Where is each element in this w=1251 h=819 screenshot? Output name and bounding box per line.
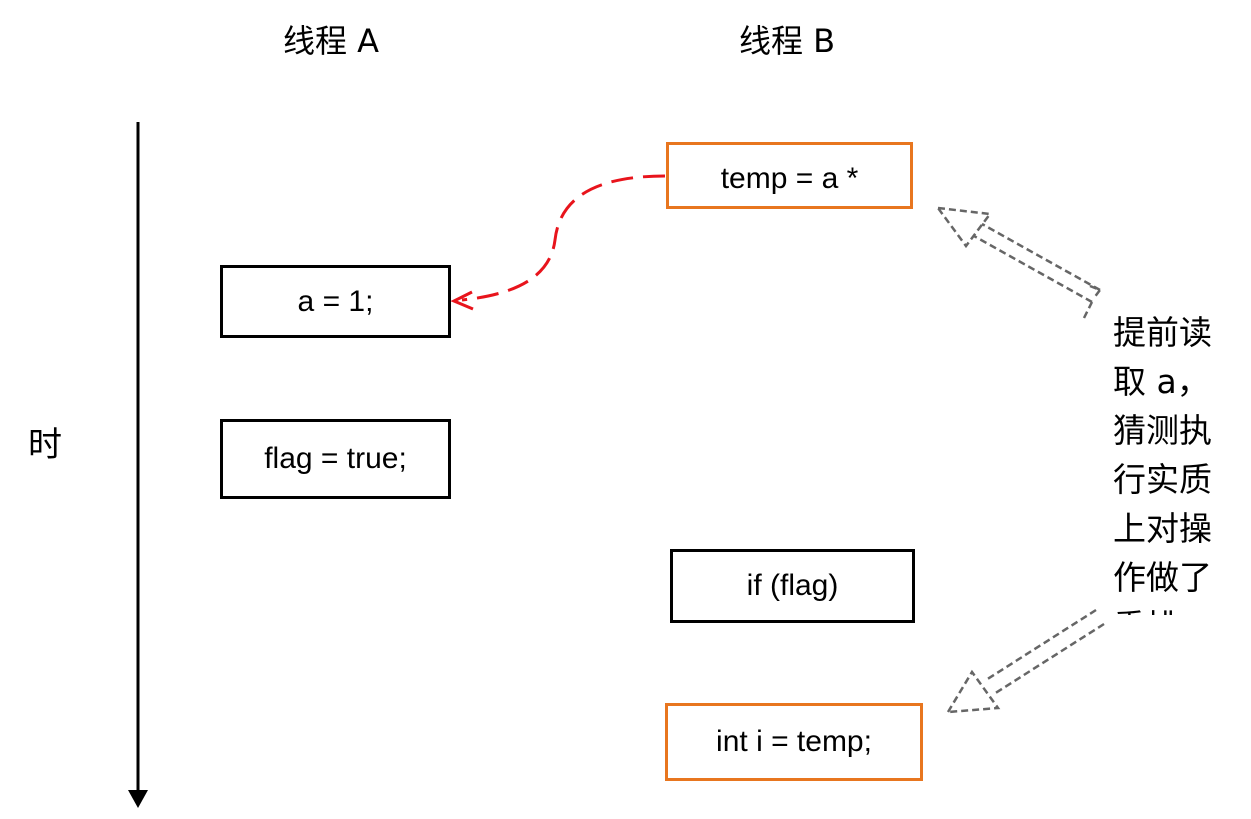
time-axis-arrowhead	[128, 790, 148, 808]
note-line: 作做了	[1113, 558, 1212, 597]
assign-a-box: a = 1;	[220, 265, 451, 338]
note-line: 行实质	[1113, 460, 1212, 499]
temp-assign-box: temp = a *	[666, 142, 913, 209]
if-flag-box: if (flag)	[670, 549, 915, 623]
lower-hollow-arrow	[945, 608, 1105, 714]
thread-b-header: 线程 B	[739, 22, 836, 60]
upper-hollow-arrow	[935, 206, 1102, 319]
note-line: 上对操	[1113, 509, 1212, 548]
assign-flag-box: flag = true;	[220, 419, 451, 499]
note-line: 猜测执	[1113, 411, 1212, 450]
diagram-canvas	[128, 122, 1105, 808]
reorder-note: 提前读 取 a， 猜测执 行实质 上对操 作做了 重排	[1113, 308, 1233, 615]
temp-assign-text: temp = a *	[720, 162, 859, 195]
note-line: 重排	[1113, 602, 1233, 615]
int-i-box: int i = temp;	[665, 703, 923, 781]
if-flag-text: if (flag)	[746, 569, 839, 602]
assign-a-text: a = 1;	[297, 284, 374, 318]
assign-flag-text: flag = true;	[264, 442, 407, 475]
thread-a-header: 线程 A	[283, 22, 380, 60]
int-i-text: int i = temp;	[716, 725, 872, 758]
note-line: 提前读	[1113, 313, 1212, 352]
note-line: 取 a，	[1113, 362, 1210, 401]
read-dependency-arrow	[461, 174, 666, 302]
time-axis-label: 时	[28, 425, 62, 465]
